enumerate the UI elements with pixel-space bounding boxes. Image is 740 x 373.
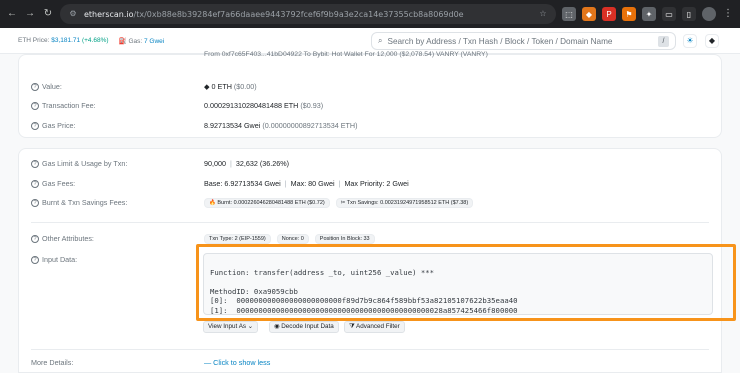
browser-toolbar: ← → ↻ ⚙ etherscan.io/tx/0xb88e8b39284ef7… <box>0 0 740 28</box>
gas-price-stat[interactable]: ⛽ Gas: 7 Gwei <box>119 37 165 45</box>
orange-highlight-box <box>196 244 736 321</box>
back-icon[interactable]: ← <box>6 8 18 20</box>
ethereum-network-icon[interactable]: ◆ <box>705 34 719 48</box>
address-bar[interactable]: ⚙ etherscan.io/tx/0xb88e8b39284ef7a66daa… <box>60 4 556 24</box>
savings-icon: ✂ <box>340 200 346 206</box>
divider <box>31 349 709 350</box>
filter-icon: ⧩ <box>349 323 355 330</box>
site-info-icon[interactable]: ⚙ <box>68 9 78 19</box>
eth-price: ETH Price: $3,181.71 (+4.68%) <box>18 37 109 44</box>
sidebar-icon[interactable]: ▯ <box>682 7 696 21</box>
menu-icon[interactable]: ⋮ <box>722 8 734 20</box>
reload-icon[interactable]: ↻ <box>42 8 54 20</box>
txn-type-badge: Txn Type: 2 (EIP-1559) <box>204 234 271 244</box>
divider <box>31 222 709 223</box>
chevron-down-icon: ⌄ <box>247 323 254 330</box>
help-icon[interactable]: ? <box>31 159 39 168</box>
search-icon: ⌕ <box>378 36 383 45</box>
forward-icon[interactable]: → <box>24 8 36 20</box>
puzzle-icon[interactable]: ✦ <box>642 7 656 21</box>
overview-card-top: From 0xf7c65F403...41bD04922 To Bybit: H… <box>18 51 722 138</box>
search-shortcut-badge: / <box>658 35 669 47</box>
fire-icon: 🔥 <box>209 200 216 206</box>
ethereum-icon: ◆ <box>204 82 210 91</box>
position-badge: Position In Block: 33 <box>314 234 375 244</box>
search-input[interactable]: ⌕ Search by Address / Txn Hash / Block /… <box>371 32 676 50</box>
theme-toggle-icon[interactable]: ☀ <box>683 34 697 48</box>
decode-input-button[interactable]: ◉ Decode Input Data <box>269 321 339 333</box>
profile-avatar[interactable] <box>702 7 716 21</box>
extension-icon[interactable]: ⬚ <box>562 7 576 21</box>
help-icon[interactable]: ? <box>31 255 39 264</box>
bookmark-star-icon[interactable]: ☆ <box>538 9 548 19</box>
url-text: etherscan.io/tx/0xb88e8b39284ef7a66daaee… <box>84 9 464 19</box>
pdf-extension-icon[interactable]: P <box>602 7 616 21</box>
advanced-filter-button[interactable]: ⧩ Advanced Filter <box>344 321 405 333</box>
show-less-link[interactable]: — Click to show less <box>204 358 270 367</box>
help-icon[interactable]: ? <box>31 179 39 188</box>
help-icon[interactable]: ? <box>31 101 39 110</box>
nonce-badge: Nonce: 0 <box>276 234 309 244</box>
help-icon[interactable]: ? <box>31 198 39 207</box>
help-icon[interactable]: ? <box>31 234 39 243</box>
burnt-badge: 🔥 Burnt: 0.000226046280481488 ETH ($0.72… <box>204 198 330 208</box>
metamask-icon[interactable]: ◆ <box>582 7 596 21</box>
savings-badge: ✂ Txn Savings: 0.00231924971958512 ETH (… <box>335 198 474 208</box>
gas-pump-icon: ⛽ <box>118 37 127 45</box>
view-input-as-button[interactable]: View Input As ⌄ <box>203 321 259 333</box>
cast-icon[interactable]: ▭ <box>662 7 676 21</box>
decode-icon: ◉ <box>274 323 280 330</box>
help-icon[interactable]: ? <box>31 121 39 130</box>
help-icon[interactable]: ? <box>31 82 39 91</box>
flag-extension-icon[interactable]: ⚑ <box>622 7 636 21</box>
